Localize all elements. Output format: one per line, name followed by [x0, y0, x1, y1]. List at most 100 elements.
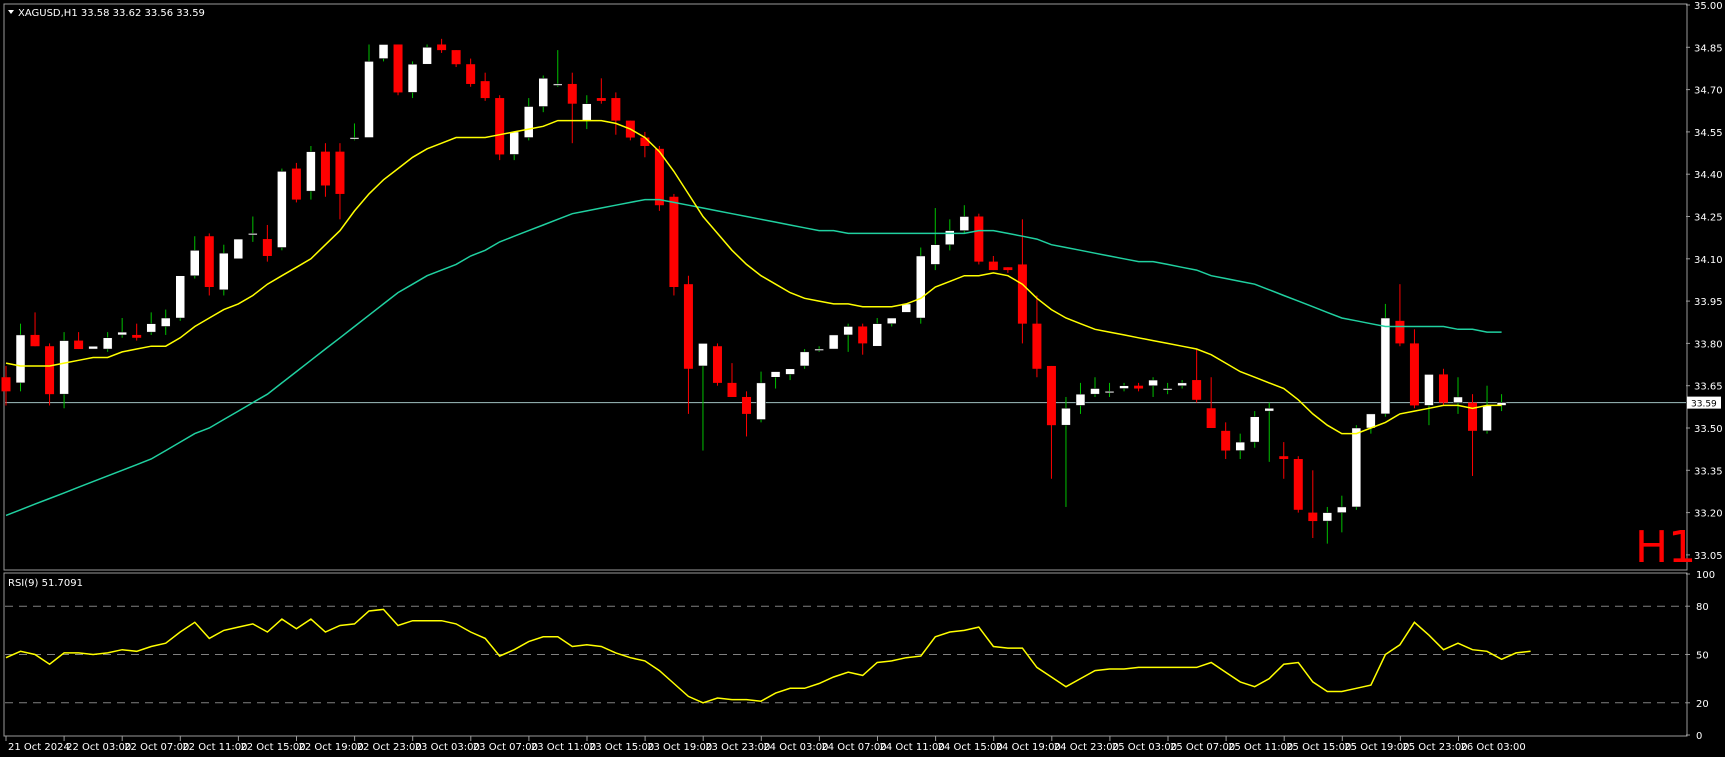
candle-body [1046, 365, 1056, 426]
time-axis-label: 25 Oct 19:00 [1344, 742, 1409, 753]
candle-body [277, 171, 287, 248]
candle-body [117, 331, 127, 336]
price-axis-label: 33.35 [1694, 466, 1723, 477]
candle-body [1395, 320, 1405, 344]
candle-body [1017, 264, 1027, 324]
candle-body [306, 151, 316, 192]
time-axis-label: 22 Oct 11:00 [182, 742, 247, 753]
candle-body [1293, 459, 1303, 510]
candle-body [1104, 391, 1115, 394]
price-axis-label: 34.70 [1694, 86, 1723, 97]
time-axis-label: 22 Oct 03:00 [66, 742, 131, 753]
candle-body [1409, 343, 1419, 406]
candle-body [364, 61, 374, 138]
candle-body [872, 323, 882, 347]
candle-body [219, 252, 229, 291]
price-axis-label: 33.95 [1694, 297, 1723, 308]
rsi-title: RSI(9) 51.7091 [8, 578, 83, 589]
candle-body [74, 340, 84, 350]
ma-fast-line [5, 119, 1502, 435]
candle-body [466, 64, 476, 84]
collapse-triangle-icon[interactable] [8, 10, 14, 14]
time-axis-label: 24 Oct 11:00 [880, 742, 945, 753]
axis-layer: 35.00 34.85 34.70 34.55 34.40 34.25 34.10 33.95… [5, 1, 1723, 753]
candle-body [799, 351, 810, 367]
price-axis-label: 33.05 [1694, 551, 1723, 562]
price-axis-label: 33.50 [1694, 424, 1723, 435]
time-axis-label: 23 Oct 03:00 [415, 742, 480, 753]
candle-body [1468, 402, 1478, 431]
time-axis-label: 22 Oct 15:00 [240, 742, 305, 753]
chart-canvas[interactable]: 35.00 34.85 34.70 34.55 34.40 34.25 34.10 33.95… [0, 0, 1725, 757]
candle-body [596, 98, 606, 101]
candle-body [698, 343, 708, 367]
price-axis-label: 34.25 [1694, 213, 1723, 224]
candle-body [320, 151, 330, 186]
symbol-header: XAGUSD,H1 33.58 33.62 33.56 33.59 [18, 8, 205, 19]
candle-body [654, 148, 664, 206]
candle-body [1235, 441, 1245, 451]
time-axis-label: 21 Oct 2024 [8, 742, 70, 753]
candle-body [393, 44, 403, 93]
price-axis-label: 34.10 [1694, 255, 1723, 266]
time-axis-label: 22 Oct 19:00 [299, 742, 364, 753]
candle-body [233, 238, 244, 260]
price-axis-label: 33.65 [1694, 382, 1723, 393]
candle-body [916, 255, 926, 319]
price-axis-label: 34.55 [1694, 128, 1723, 139]
time-axis-label: 24 Oct 03:00 [763, 742, 828, 753]
candle-body [742, 396, 752, 414]
time-axis-label: 24 Oct 19:00 [996, 742, 1061, 753]
candle-body [553, 83, 563, 86]
candle-body [858, 326, 868, 344]
candle-body [1264, 408, 1274, 412]
time-axis-label: 26 Oct 03:00 [1461, 742, 1526, 753]
candle-body [974, 216, 984, 262]
candle-body [102, 337, 113, 350]
candle-body [204, 236, 214, 287]
candle-body [828, 334, 839, 350]
candle-body [160, 317, 171, 327]
candle-body [886, 317, 897, 324]
time-axis-label: 23 Oct 11:00 [531, 742, 596, 753]
candle-body [190, 250, 200, 276]
candle-body [640, 137, 650, 146]
candle-body [1482, 405, 1492, 432]
price-axis-label: 33.20 [1694, 509, 1723, 520]
candle-body [1221, 430, 1231, 451]
candle-body [88, 345, 98, 350]
candle-body [1351, 427, 1362, 508]
chart-window: 35.00 34.85 34.70 34.55 34.40 34.25 34.10 33.95… [0, 0, 1725, 757]
candle-body [770, 371, 781, 378]
time-axis-label: 25 Oct 03:00 [1112, 742, 1177, 753]
candle-body [1380, 317, 1391, 415]
candle-body [175, 275, 185, 319]
candle-body [509, 131, 519, 155]
candle-body [1075, 393, 1086, 406]
candle-body [988, 261, 998, 271]
candle-body [1192, 380, 1202, 400]
time-axis-label: 24 Oct 15:00 [938, 742, 1003, 753]
candle-body [451, 50, 461, 65]
candle-body [1119, 385, 1129, 389]
candle-body [567, 83, 577, 104]
candle-body [959, 216, 970, 231]
candle-body [437, 44, 447, 51]
candle-body [146, 323, 156, 333]
candle-body [1337, 506, 1347, 513]
candle-body [495, 98, 505, 155]
candle-body [727, 382, 737, 397]
candle-body [1366, 413, 1376, 429]
rsi-axis-label: 50 [1696, 651, 1709, 662]
candle-body [1134, 385, 1144, 389]
main-panel-frame [3, 3, 1688, 571]
candle-body [407, 63, 418, 93]
time-axis-label: 25 Oct 11:00 [1228, 742, 1293, 753]
candle-body [523, 106, 534, 138]
timeframe-label: H1 [1635, 522, 1696, 573]
candle-body [814, 348, 824, 351]
candle-body [422, 47, 432, 65]
candle-body [843, 326, 853, 336]
candle-body [30, 334, 40, 347]
candle-body [756, 382, 766, 420]
